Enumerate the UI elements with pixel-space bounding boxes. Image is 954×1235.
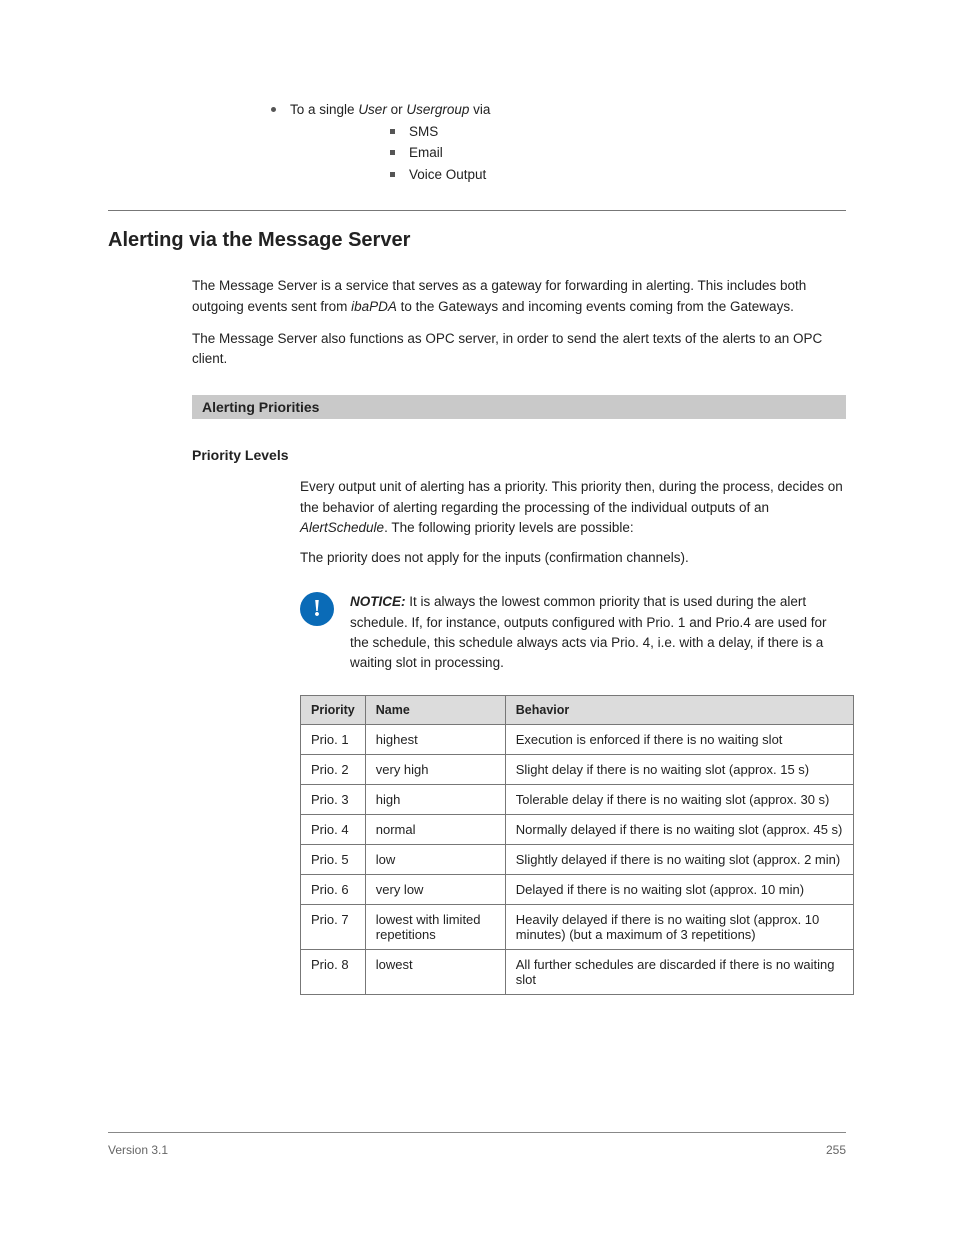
bullet-icon — [271, 107, 276, 112]
table-row: Prio. 1 highest Execution is enforced if… — [301, 725, 854, 755]
list-item-label: Email — [409, 143, 443, 163]
section-heading: Alerting via the Message Server — [108, 229, 846, 252]
paragraph: The Message Server also functions as OPC… — [192, 329, 846, 370]
footer-version: Version 3.1 — [108, 1143, 168, 1157]
col-priority: Priority — [301, 696, 366, 725]
footer-page-number: 255 — [826, 1143, 846, 1157]
paragraph: The priority does not apply for the inpu… — [300, 548, 846, 568]
col-name: Name — [365, 696, 505, 725]
list-item: SMS — [390, 122, 846, 142]
subsection-bar: Alerting Priorities — [192, 395, 846, 419]
table-header-row: Priority Name Behavior — [301, 696, 854, 725]
subheading: Priority Levels — [192, 447, 846, 463]
table-row: Prio. 3 high Tolerable delay if there is… — [301, 785, 854, 815]
paragraph: The Message Server is a service that ser… — [192, 276, 846, 317]
notice-box: ! NOTICE: It is always the lowest common… — [300, 592, 846, 673]
table-row: Prio. 2 very high Slight delay if there … — [301, 755, 854, 785]
list-item: Voice Output — [390, 165, 846, 185]
square-icon — [390, 172, 395, 177]
list-item: Email — [390, 143, 846, 163]
table-row: Prio. 8 lowest All further schedules are… — [301, 950, 854, 995]
notice-text: NOTICE: It is always the lowest common p… — [350, 592, 846, 673]
list-item-label: Voice Output — [409, 165, 486, 185]
col-behavior: Behavior — [505, 696, 853, 725]
table-row: Prio. 5 low Slightly delayed if there is… — [301, 845, 854, 875]
notice-icon: ! — [300, 592, 334, 626]
list-item-label: SMS — [409, 122, 438, 142]
square-icon — [390, 129, 395, 134]
priority-table: Priority Name Behavior Prio. 1 highest E… — [300, 695, 854, 995]
table-row: Prio. 4 normal Normally delayed if there… — [301, 815, 854, 845]
divider — [108, 210, 846, 211]
page-footer: Version 3.1 255 — [108, 1132, 846, 1157]
subsection-label: Alerting Priorities — [202, 399, 319, 415]
bullet-text: To a single User or Usergroup via — [290, 100, 490, 120]
paragraph: Every output unit of alerting has a prio… — [300, 477, 846, 538]
table-row: Prio. 6 very low Delayed if there is no … — [301, 875, 854, 905]
square-icon — [390, 150, 395, 155]
table-row: Prio. 7 lowest with limited repetitions … — [301, 905, 854, 950]
